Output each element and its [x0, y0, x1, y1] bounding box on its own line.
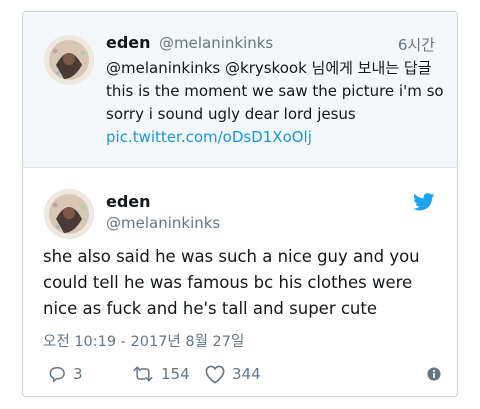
- tweet-text: she also said he was such a nice guy and…: [43, 247, 420, 318]
- tweet-timestamp[interactable]: 오전 10:19 - 2017년 8월 27일: [43, 330, 244, 351]
- reply-button[interactable]: 3: [47, 362, 83, 386]
- quoted-tweet-body: @melaninkinks @kryskook 님에게 보내는 답글 this …: [106, 57, 446, 149]
- tweet-card: eden @melaninkinks 6시간 @melaninkinks @kr…: [22, 11, 458, 397]
- retweet-button[interactable]: 154: [131, 362, 190, 386]
- author-handle[interactable]: @melaninkinks: [106, 214, 220, 232]
- quoted-author-name[interactable]: eden: [106, 33, 151, 52]
- tweet-actions: 3 154 344: [43, 362, 443, 386]
- reply-count: 3: [73, 365, 83, 383]
- info-icon[interactable]: [427, 367, 441, 381]
- avatar[interactable]: [44, 189, 94, 239]
- quoted-timestamp[interactable]: 6시간: [398, 34, 435, 55]
- twitter-bird-icon[interactable]: [413, 193, 435, 211]
- quoted-author-handle[interactable]: @melaninkinks: [159, 34, 273, 52]
- author-name[interactable]: eden: [106, 192, 151, 211]
- reply-context[interactable]: @melaninkinks @kryskook 님에게 보내는 답글: [106, 57, 446, 80]
- quoted-tweet-text: this is the moment we saw the picture i'…: [106, 82, 444, 123]
- retweet-count: 154: [161, 365, 190, 383]
- reply-icon: [49, 367, 65, 383]
- avatar[interactable]: [44, 35, 94, 85]
- like-button[interactable]: 344: [204, 362, 261, 386]
- like-count: 344: [232, 365, 261, 383]
- quoted-tweet[interactable]: eden @melaninkinks 6시간 @melaninkinks @kr…: [23, 12, 457, 168]
- quoted-media-link[interactable]: pic.twitter.com/oDsD1XoOlj: [106, 126, 446, 149]
- retweet-icon: [133, 366, 153, 382]
- heart-icon: [205, 365, 225, 384]
